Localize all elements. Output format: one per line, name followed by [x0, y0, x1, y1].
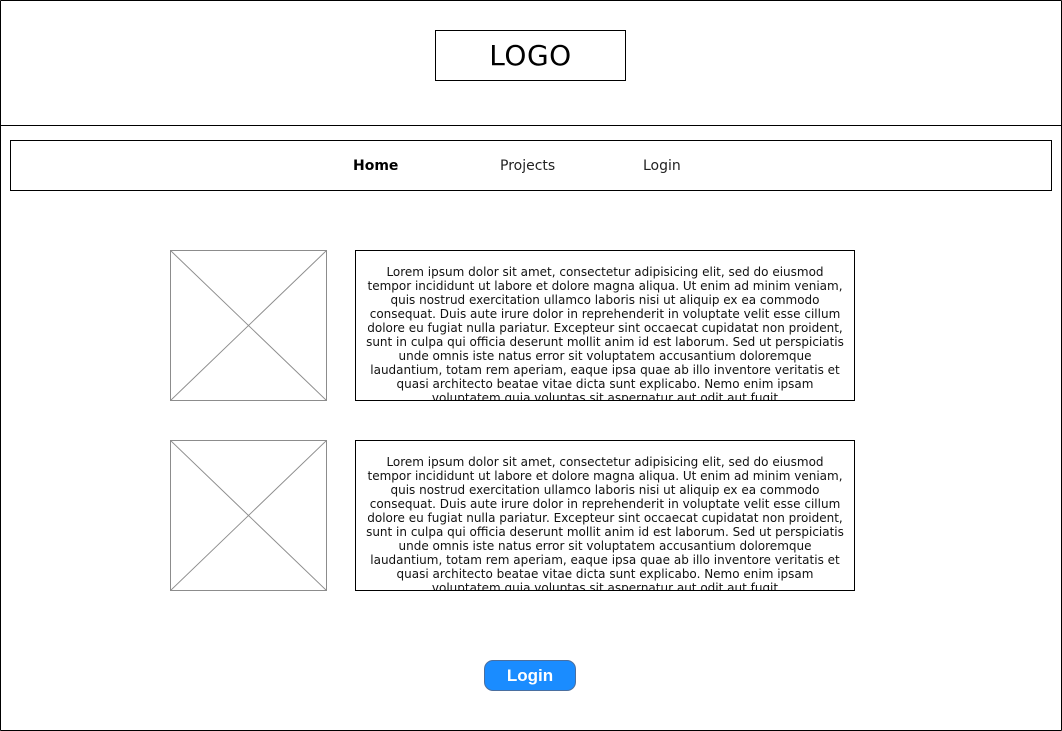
nav-item-login[interactable]: Login: [643, 158, 681, 174]
logo-text: LOGO: [489, 39, 572, 72]
content-text-box: Lorem ipsum dolor sit amet, consectetur …: [355, 440, 855, 591]
image-placeholder-icon: [170, 250, 327, 401]
logo[interactable]: LOGO: [435, 30, 626, 81]
content-text: Lorem ipsum dolor sit amet, consectetur …: [366, 455, 844, 591]
header: LOGO: [0, 0, 1062, 126]
nav-bar: Home Projects Login: [10, 140, 1052, 191]
image-placeholder-icon: [170, 440, 327, 591]
nav-item-projects[interactable]: Projects: [500, 158, 555, 174]
content-text-box: Lorem ipsum dolor sit amet, consectetur …: [355, 250, 855, 401]
login-button[interactable]: Login: [484, 660, 576, 691]
nav-item-home[interactable]: Home: [353, 158, 398, 174]
content-text: Lorem ipsum dolor sit amet, consectetur …: [366, 265, 844, 401]
